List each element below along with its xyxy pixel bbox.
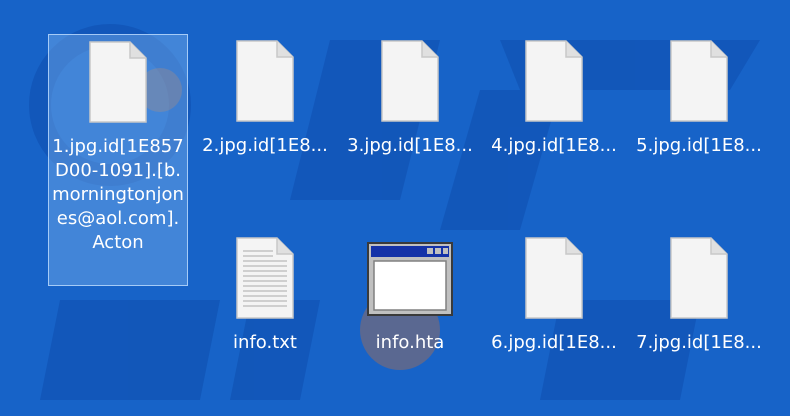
file-item-7[interactable]: 7.jpg.id[1E8...: [629, 231, 769, 355]
blank-file-icon: [670, 40, 728, 122]
file-label: 3.jpg.id[1E8...: [347, 135, 473, 156]
file-item-5[interactable]: 5.jpg.id[1E8...: [629, 34, 769, 158]
file-label: 1.jpg.id[1E857D00-1091].[b.morningtonjon…: [52, 136, 184, 253]
blank-file-icon: [89, 41, 147, 123]
file-item-6[interactable]: 6.jpg.id[1E8...: [484, 231, 624, 355]
file-label: info.txt: [233, 332, 297, 353]
file-item-3[interactable]: 3.jpg.id[1E8...: [340, 34, 480, 158]
file-item-info-hta[interactable]: info.hta: [340, 231, 480, 355]
text-file-icon: [236, 237, 294, 319]
file-item-1[interactable]: 1.jpg.id[1E857D00-1091].[b.morningtonjon…: [48, 34, 188, 286]
blank-file-icon: [525, 237, 583, 319]
file-item-info-txt[interactable]: info.txt: [195, 231, 335, 355]
file-label: 7.jpg.id[1E8...: [636, 332, 762, 353]
blank-file-icon: [236, 40, 294, 122]
file-label: 5.jpg.id[1E8...: [636, 135, 762, 156]
blank-file-icon: [525, 40, 583, 122]
file-label: 2.jpg.id[1E8...: [202, 135, 328, 156]
file-label: 6.jpg.id[1E8...: [491, 332, 617, 353]
file-item-2[interactable]: 2.jpg.id[1E8...: [195, 34, 335, 158]
blank-file-icon: [381, 40, 439, 122]
desktop: 1.jpg.id[1E857D00-1091].[b.morningtonjon…: [0, 0, 790, 416]
file-item-4[interactable]: 4.jpg.id[1E8...: [484, 34, 624, 158]
file-label: info.hta: [375, 332, 445, 353]
file-label: 4.jpg.id[1E8...: [491, 135, 617, 156]
blank-file-icon: [670, 237, 728, 319]
hta-window-icon: [367, 242, 453, 316]
